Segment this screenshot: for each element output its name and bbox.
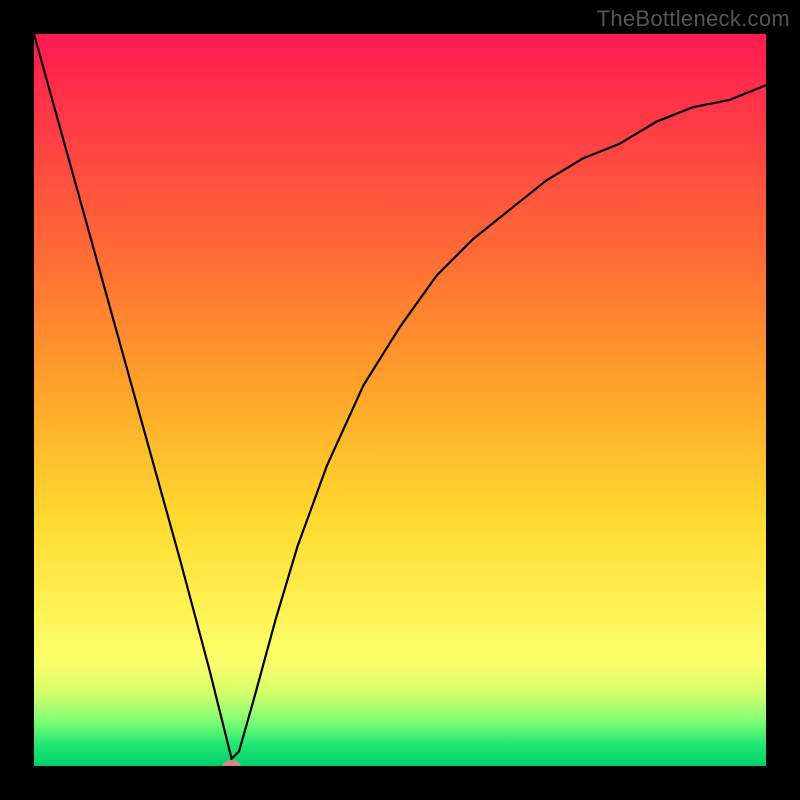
curve-layer bbox=[34, 34, 766, 766]
chart-frame: TheBottleneck.com bbox=[0, 0, 800, 800]
plot-area bbox=[34, 34, 766, 766]
bottleneck-curve bbox=[34, 34, 766, 759]
optimum-marker bbox=[223, 760, 241, 766]
watermark-text: TheBottleneck.com bbox=[597, 6, 790, 32]
